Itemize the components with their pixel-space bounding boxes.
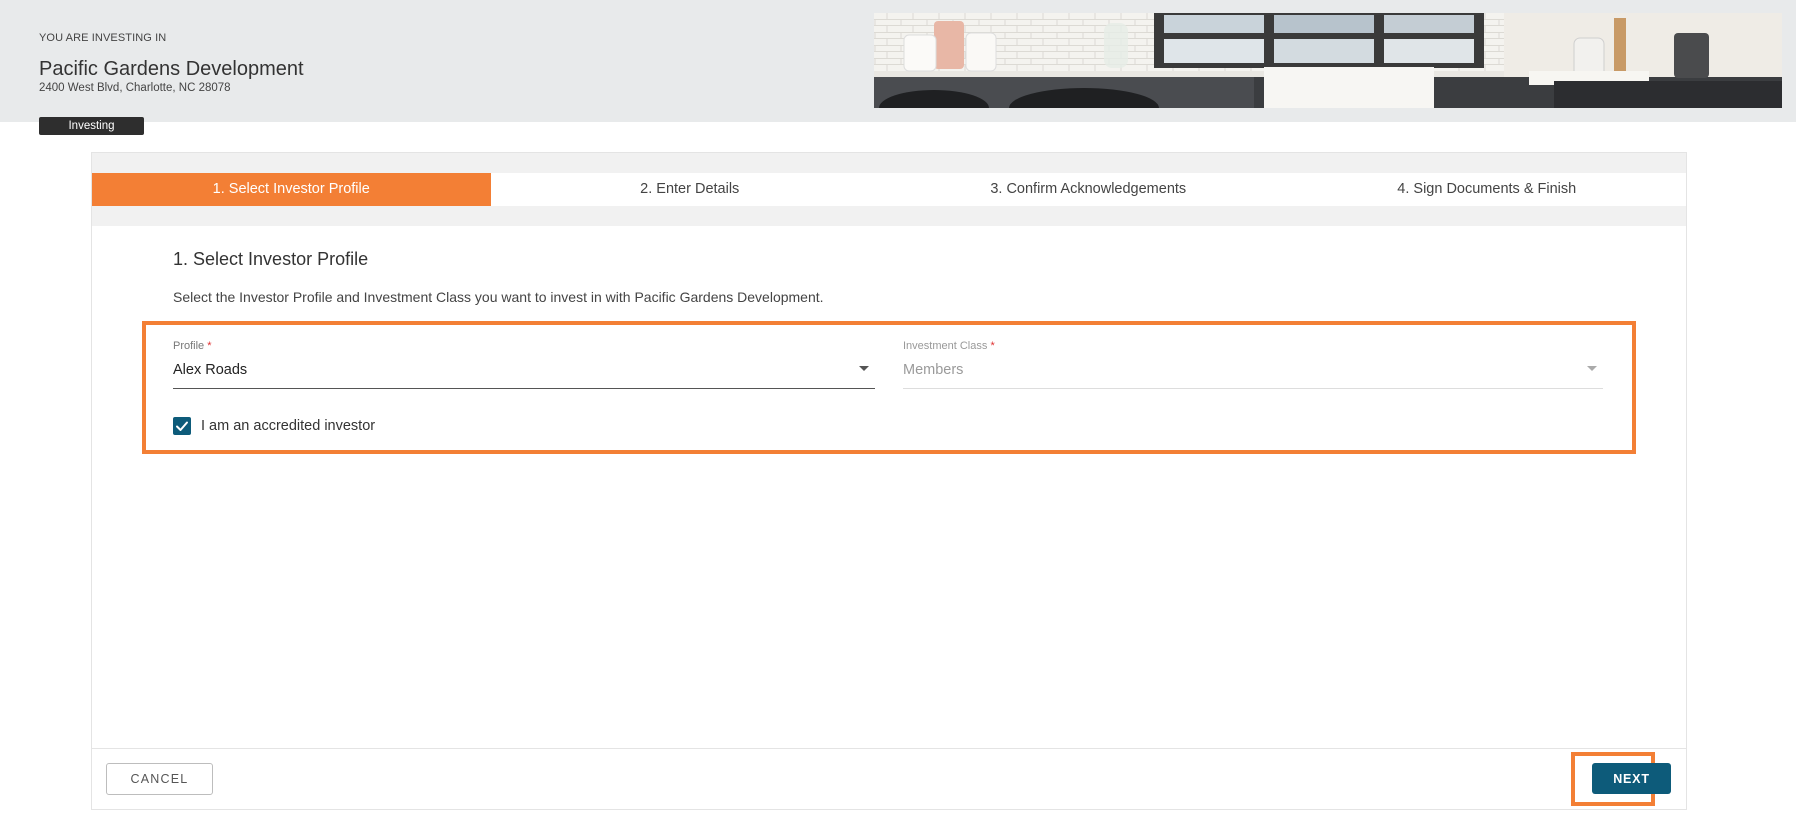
footer-divider xyxy=(92,748,1686,749)
checkmark-icon xyxy=(176,421,188,431)
investment-class-label-text: Investment Class xyxy=(903,340,988,352)
investment-wizard-card: 1. Select Investor Profile 2. Enter Deta… xyxy=(91,152,1687,810)
accredited-label: I am an accredited investor xyxy=(201,418,376,434)
next-button[interactable]: NEXT xyxy=(1592,763,1671,794)
page-header: YOU ARE INVESTING IN Pacific Gardens Dev… xyxy=(0,0,1796,122)
status-badge: Investing xyxy=(39,117,144,135)
profile-select[interactable]: Profile * Alex Roads xyxy=(173,340,875,389)
profile-label-text: Profile xyxy=(173,340,205,352)
investment-class-value: Members xyxy=(903,362,964,378)
step-confirm-acknowledgements[interactable]: 3. Confirm Acknowledgements xyxy=(889,173,1288,206)
required-mark: * xyxy=(207,340,212,352)
section-title: 1. Select Investor Profile xyxy=(173,249,369,269)
step-enter-details[interactable]: 2. Enter Details xyxy=(491,173,890,206)
property-hero-image xyxy=(874,13,1782,108)
profile-label: Profile * xyxy=(173,340,875,354)
step-select-investor-profile[interactable]: 1. Select Investor Profile xyxy=(92,173,491,206)
property-name: Pacific Gardens Development xyxy=(39,58,304,80)
profile-value: Alex Roads xyxy=(173,362,248,378)
section-description: Select the Investor Profile and Investme… xyxy=(173,289,824,305)
accredited-checkbox[interactable] xyxy=(173,417,191,435)
field-underline xyxy=(903,388,1603,389)
dropdown-caret-icon[interactable] xyxy=(859,366,869,371)
dropdown-caret-icon xyxy=(1587,366,1597,371)
cancel-button[interactable]: CANCEL xyxy=(106,763,213,795)
property-address: 2400 West Blvd, Charlotte, NC 28078 xyxy=(39,82,231,94)
required-mark: * xyxy=(990,340,995,352)
investment-class-select: Investment Class * Members xyxy=(903,340,1603,389)
field-underline xyxy=(173,388,875,389)
accredited-investor-row[interactable]: I am an accredited investor xyxy=(173,417,375,435)
stepper: 1. Select Investor Profile 2. Enter Deta… xyxy=(92,173,1686,206)
investment-class-label: Investment Class * xyxy=(903,340,1603,354)
investing-in-label: YOU ARE INVESTING IN xyxy=(39,32,167,44)
step-sign-documents[interactable]: 4. Sign Documents & Finish xyxy=(1288,173,1687,206)
